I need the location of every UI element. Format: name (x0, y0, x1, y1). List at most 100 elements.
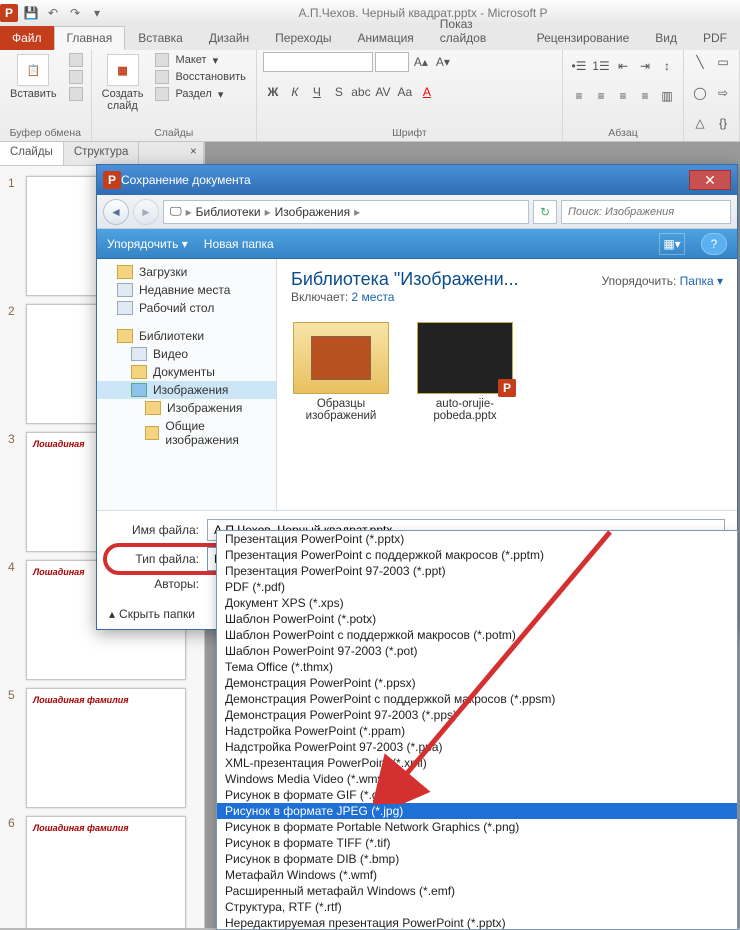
tree-video[interactable]: Видео (97, 345, 276, 363)
indent-decrease-button[interactable]: ⇤ (613, 56, 633, 76)
shape-rect-icon[interactable]: ▭ (713, 52, 733, 72)
organize-button[interactable]: Упорядочить ▾ (107, 237, 188, 251)
new-folder-button[interactable]: Новая папка (204, 237, 274, 251)
tree-pictures[interactable]: Изображения (97, 381, 276, 399)
spacing-button[interactable]: AV (373, 82, 393, 102)
cut-button[interactable] (67, 52, 85, 68)
font-family-input[interactable] (263, 52, 373, 72)
filetype-option[interactable]: Шаблон PowerPoint 97-2003 (*.pot) (217, 643, 737, 659)
shape-more-icon[interactable]: {} (713, 113, 733, 133)
filetype-option[interactable]: Документ XPS (*.xps) (217, 595, 737, 611)
outline-tab[interactable]: Структура (64, 142, 140, 165)
tab-insert[interactable]: Вставка (125, 26, 196, 50)
copy-button[interactable] (67, 69, 85, 85)
breadcrumb-item[interactable]: Изображения (275, 205, 350, 219)
tree-downloads[interactable]: Загрузки (97, 263, 276, 281)
tree-pictures-sub[interactable]: Изображения (97, 399, 276, 417)
breadcrumb-item[interactable]: Библиотеки (196, 205, 261, 219)
increase-font-icon[interactable]: A▴ (411, 52, 431, 72)
dialog-titlebar[interactable]: P Сохранение документа ✕ (97, 165, 737, 195)
tree-recent[interactable]: Недавние места (97, 281, 276, 299)
filetype-option[interactable]: PDF (*.pdf) (217, 579, 737, 595)
save-icon[interactable]: 💾 (22, 4, 40, 22)
indent-increase-button[interactable]: ⇥ (635, 56, 655, 76)
font-color-button[interactable]: A (417, 82, 437, 102)
filetype-option[interactable]: Тема Office (*.thmx) (217, 659, 737, 675)
filetype-option[interactable]: Демонстрация PowerPoint 97-2003 (*.pps) (217, 707, 737, 723)
filetype-option[interactable]: Шаблон PowerPoint (*.potx) (217, 611, 737, 627)
line-spacing-button[interactable]: ↕ (657, 56, 677, 76)
shape-tri-icon[interactable]: △ (690, 113, 710, 133)
filetype-option[interactable]: Метафайл Windows (*.wmf) (217, 867, 737, 883)
slide-thumbnail[interactable]: 5Лошадиная фамилия (0, 684, 204, 812)
filetype-option[interactable]: Презентация PowerPoint (*.pptx) (217, 531, 737, 547)
tab-transitions[interactable]: Переходы (262, 26, 344, 50)
reset-button[interactable]: Восстановить (153, 69, 249, 85)
filetype-option[interactable]: Демонстрация PowerPoint с поддержкой мак… (217, 691, 737, 707)
strikethrough-button[interactable]: S (329, 82, 349, 102)
filetype-option[interactable]: Расширенный метафайл Windows (*.emf) (217, 883, 737, 899)
italic-button[interactable]: К (285, 82, 305, 102)
filetype-option[interactable]: Рисунок в формате Portable Network Graph… (217, 819, 737, 835)
align-right-button[interactable]: ≡ (613, 86, 633, 106)
search-input[interactable] (561, 200, 731, 224)
font-size-input[interactable] (375, 52, 409, 72)
tab-pdf[interactable]: PDF (690, 26, 740, 50)
tree-documents[interactable]: Документы (97, 363, 276, 381)
nav-forward-button[interactable]: ► (133, 199, 159, 225)
shadow-button[interactable]: abc (351, 82, 371, 102)
slides-tab[interactable]: Слайды (0, 142, 64, 165)
filetype-option[interactable]: Структура, RTF (*.rtf) (217, 899, 737, 915)
filetype-option[interactable]: Презентация PowerPoint 97-2003 (*.ppt) (217, 563, 737, 579)
filetype-option[interactable]: Рисунок в формате DIB (*.bmp) (217, 851, 737, 867)
close-button[interactable]: ✕ (689, 170, 731, 190)
filetype-option[interactable]: Презентация PowerPoint с поддержкой макр… (217, 547, 737, 563)
undo-icon[interactable]: ↶ (44, 4, 62, 22)
filetype-option[interactable]: Рисунок в формате GIF (*.gif) (217, 787, 737, 803)
close-panel-icon[interactable]: × (180, 142, 204, 165)
bold-button[interactable]: Ж (263, 82, 283, 102)
view-options-button[interactable]: ▦▾ (659, 233, 685, 255)
breadcrumb[interactable]: 🖵 ▸ Библиотеки ▸ Изображения ▸ (163, 200, 529, 224)
filetype-option[interactable]: Шаблон PowerPoint с поддержкой макросов … (217, 627, 737, 643)
new-slide-button[interactable]: ▦ Создать слайд (98, 52, 148, 114)
filetype-option[interactable]: Рисунок в формате TIFF (*.tif) (217, 835, 737, 851)
filetype-option[interactable]: Надстройка PowerPoint (*.ppam) (217, 723, 737, 739)
filetype-option[interactable]: Рисунок в формате JPEG (*.jpg) (217, 803, 737, 819)
filetype-option[interactable]: Windows Media Video (*.wmv) (217, 771, 737, 787)
filetype-option[interactable]: Демонстрация PowerPoint (*.ppsx) (217, 675, 737, 691)
slide-thumbnail[interactable]: 6Лошадиная фамилия (0, 812, 204, 928)
paste-button[interactable]: 📋 Вставить (6, 52, 61, 102)
tab-slideshow[interactable]: Показ слайдов (427, 12, 524, 50)
shape-oval-icon[interactable]: ◯ (690, 83, 710, 103)
sort-dropdown[interactable]: Папка ▾ (680, 274, 723, 288)
underline-button[interactable]: Ч (307, 82, 327, 102)
file-item-folder[interactable]: Образцы изображений (291, 322, 391, 422)
refresh-button[interactable]: ↻ (533, 200, 557, 224)
tab-design[interactable]: Дизайн (196, 26, 262, 50)
case-button[interactable]: Aa (395, 82, 415, 102)
library-places-link[interactable]: 2 места (352, 290, 395, 304)
tab-review[interactable]: Рецензирование (524, 26, 643, 50)
columns-button[interactable]: ▥ (657, 86, 677, 106)
section-button[interactable]: Раздел ▾ (153, 86, 249, 102)
align-left-button[interactable]: ≡ (569, 86, 589, 106)
tab-home[interactable]: Главная (54, 26, 126, 50)
justify-button[interactable]: ≡ (635, 86, 655, 106)
tab-view[interactable]: Вид (642, 26, 690, 50)
shape-line-icon[interactable]: ╲ (690, 52, 710, 72)
align-center-button[interactable]: ≡ (591, 86, 611, 106)
numbering-button[interactable]: 1☰ (591, 56, 611, 76)
decrease-font-icon[interactable]: A▾ (433, 52, 453, 72)
tree-desktop[interactable]: Рабочий стол (97, 299, 276, 317)
tree-shared-pictures[interactable]: Общие изображения (97, 417, 276, 449)
layout-button[interactable]: Макет ▾ (153, 52, 249, 68)
shape-arrow-icon[interactable]: ⇨ (713, 83, 733, 103)
file-item-pptx[interactable]: P auto-orujie-pobeda.pptx (415, 322, 515, 422)
tab-file[interactable]: Файл (0, 26, 54, 50)
bullets-button[interactable]: •☰ (569, 56, 589, 76)
hide-folders-button[interactable]: ▴Скрыть папки (109, 607, 195, 621)
qat-dropdown-icon[interactable]: ▾ (88, 4, 106, 22)
tab-animation[interactable]: Анимация (344, 26, 426, 50)
filetype-option[interactable]: Надстройка PowerPoint 97-2003 (*.ppa) (217, 739, 737, 755)
